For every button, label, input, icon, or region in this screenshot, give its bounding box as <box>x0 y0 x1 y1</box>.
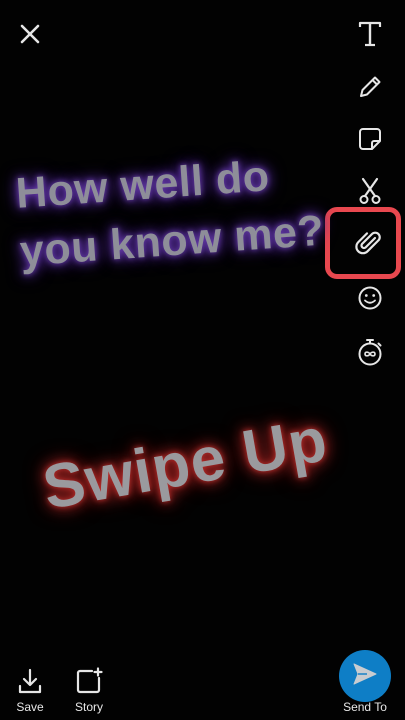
snap-editor-screen: How well do you know me? Swipe Up Save S… <box>0 0 405 720</box>
scissors-icon <box>357 177 383 205</box>
question-caption[interactable]: How well do you know me? <box>14 142 351 281</box>
infinity-timer-icon <box>356 337 384 367</box>
pencil-tool-button[interactable] <box>352 69 388 105</box>
sticker-tool-button[interactable] <box>352 121 388 157</box>
send-to-label: Send To <box>343 700 387 714</box>
attachment-tool-button[interactable] <box>351 225 387 261</box>
download-icon <box>17 667 43 700</box>
text-tool-icon <box>357 20 383 48</box>
story-label: Story <box>74 700 103 714</box>
pencil-icon <box>357 74 383 100</box>
paperclip-icon <box>355 229 383 257</box>
close-button[interactable] <box>12 16 48 52</box>
save-label: Save <box>16 700 44 714</box>
save-button[interactable]: Save <box>10 664 50 714</box>
emoji-tool-button[interactable] <box>352 280 388 316</box>
send-to-button[interactable] <box>339 650 391 702</box>
add-story-icon <box>75 667 103 700</box>
smiley-icon <box>357 285 383 311</box>
sticker-icon <box>357 126 383 152</box>
swipe-up-caption[interactable]: Swipe Up <box>38 392 405 523</box>
close-icon <box>19 23 41 45</box>
timer-tool-button[interactable] <box>352 334 388 370</box>
scissors-tool-button[interactable] <box>352 173 388 209</box>
text-tool-button[interactable] <box>352 16 388 52</box>
story-button[interactable]: Story <box>68 664 110 714</box>
send-arrow-icon <box>351 661 379 692</box>
